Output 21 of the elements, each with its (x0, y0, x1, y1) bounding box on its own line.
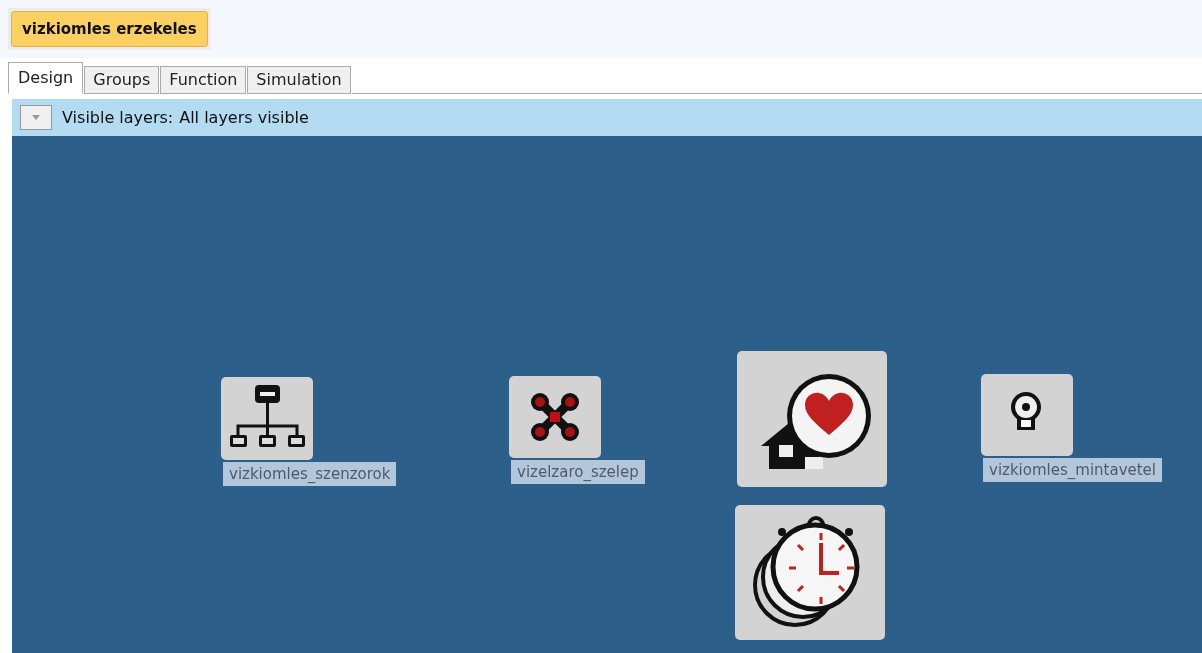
stopwatch-icon (753, 516, 860, 627)
node-tile[interactable] (221, 377, 313, 460)
layers-label: Visible layers: (62, 108, 174, 127)
title-button[interactable]: vizkiomles erzekeles (11, 11, 208, 47)
house-heart-icon (761, 374, 871, 469)
node-label: vizelzaro_szelep (511, 460, 645, 484)
node-label: vizkiomles_mintavetel (983, 458, 1162, 482)
node-tile[interactable] (735, 505, 885, 640)
sensor-icon (1011, 392, 1041, 430)
tab[interactable]: Function (160, 66, 247, 94)
tab[interactable]: Groups (84, 66, 160, 94)
node-tile[interactable] (509, 376, 601, 458)
quadcopter-icon (531, 393, 579, 441)
tab[interactable]: Design (8, 62, 84, 94)
layers-value: All layers visible (179, 108, 309, 127)
node-tile[interactable] (737, 351, 887, 487)
node-label: vizkiomles_szenzorok (223, 462, 397, 486)
network-icon (230, 385, 305, 447)
tab[interactable]: Simulation (247, 66, 351, 94)
node-tile[interactable] (981, 374, 1073, 456)
caret-icon (32, 115, 40, 120)
